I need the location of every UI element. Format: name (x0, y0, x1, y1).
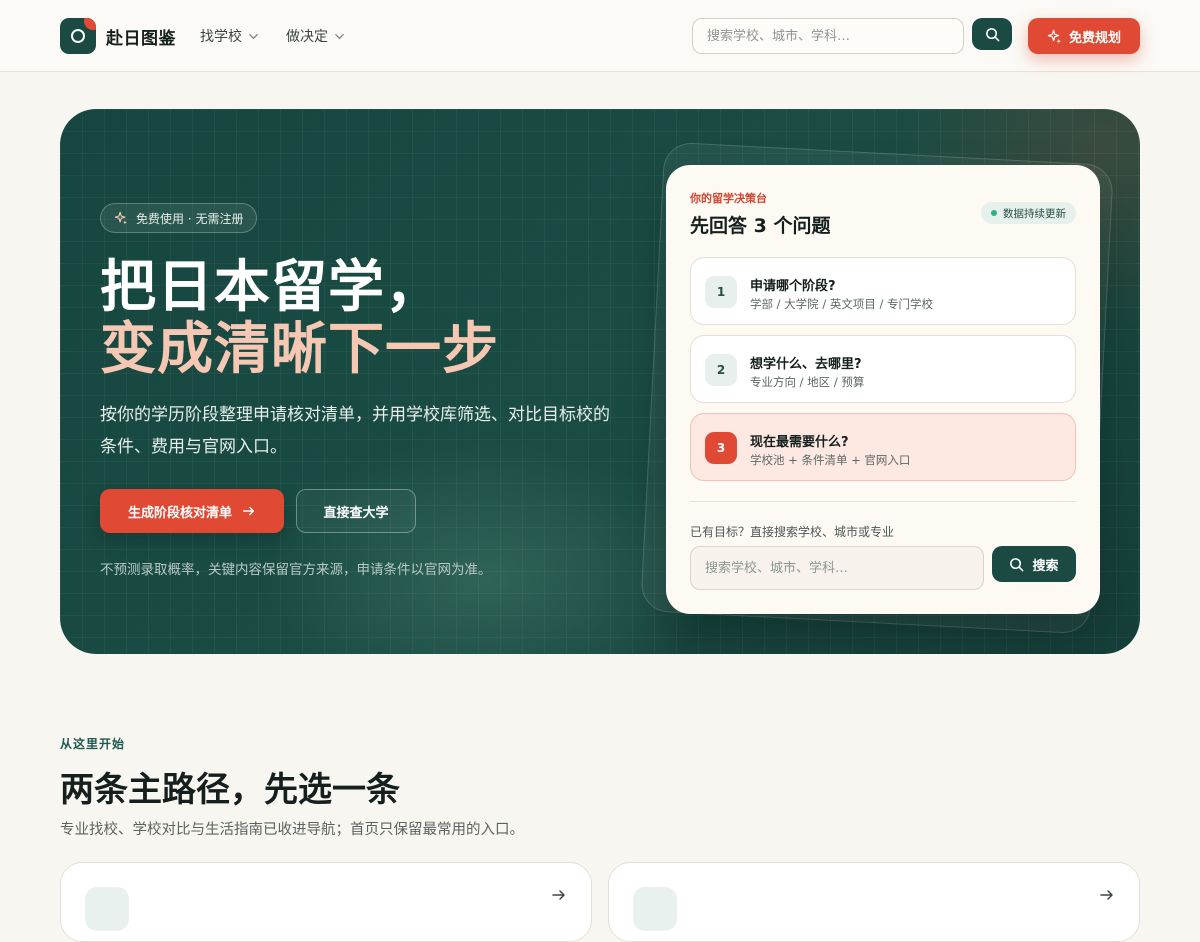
path-card-1[interactable] (60, 862, 592, 942)
arrow-right-icon (1100, 890, 1113, 900)
free-planning-button[interactable]: 免费规划 (1028, 18, 1140, 54)
header-search-input[interactable] (692, 18, 964, 54)
logo-ring (71, 29, 85, 43)
card-search-button[interactable]: 搜索 (992, 546, 1076, 582)
section-subtitle: 专业找校、学校对比与生活指南已收进导航；首页只保留最常用的入口。 (60, 822, 524, 838)
card-search-input[interactable] (690, 546, 984, 590)
generate-checklist-label: 生成阶段核对清单 (127, 505, 232, 521)
nav-decide-label: 做决定 (286, 29, 328, 45)
step-1-stage[interactable]: 1 申请哪个阶段? 学部 / 大学院 / 英文项目 / 专门学校 (690, 257, 1076, 325)
step-number: 2 (705, 354, 737, 386)
step-number: 3 (705, 432, 737, 464)
step-subtitle: 学部 / 大学院 / 英文项目 / 专门学校 (750, 297, 934, 311)
nav-find-school[interactable]: 找学校 (200, 26, 259, 46)
hero-title-line-2: 变成清晰下一步 (100, 317, 499, 382)
path-card-2[interactable] (608, 862, 1140, 942)
sparkle-icon (114, 211, 128, 225)
chevron-down-icon (335, 33, 344, 39)
free-usage-pill: 免费使用 · 无需注册 (100, 203, 258, 233)
step-title: 想学什么、去哪里? (750, 357, 862, 372)
arrow-right-icon (552, 890, 565, 900)
decision-card-kicker: 你的留学决策台 (690, 192, 767, 205)
chevron-down-icon (249, 33, 258, 39)
free-planning-label: 免费规划 (1068, 30, 1121, 46)
step-subtitle: 专业方向 / 地区 / 预算 (750, 375, 865, 389)
nav-decide[interactable]: 做决定 (286, 26, 345, 46)
section-kicker: 从这里开始 (60, 737, 126, 751)
section-title: 两条主路径，先选一条 (60, 770, 400, 810)
nav-find-school-label: 找学校 (200, 29, 242, 45)
top-navigation-bar: 赴日图鉴 找学校 做决定 免费规划 (0, 0, 1200, 72)
brand-name[interactable]: 赴日图鉴 (106, 24, 176, 49)
step-number: 1 (705, 276, 737, 308)
hero-description: 按你的学历阶段整理申请核对清单，并用学校库筛选、对比目标校的条件、费用与官网入口… (100, 405, 610, 457)
path-card-icon (633, 887, 677, 931)
hero-title: 把日本留学， 变成清晰下一步 (100, 257, 499, 381)
path-card-icon (85, 887, 129, 931)
search-hint: 已有目标？直接搜索学校、城市或专业 (690, 525, 895, 539)
arrow-right-icon (243, 506, 255, 516)
step-title: 申请哪个阶段? (750, 279, 836, 294)
logo-icon[interactable] (60, 18, 96, 54)
step-3-needs[interactable]: 3 现在最需要什么? 学校池 + 条件清单 + 官网入口 (690, 413, 1076, 481)
step-2-field-location[interactable]: 2 想学什么、去哪里? 专业方向 / 地区 / 预算 (690, 335, 1076, 403)
hero-title-line-1: 把日本留学， (100, 255, 442, 320)
step-subtitle: 学校池 + 条件清单 + 官网入口 (750, 453, 911, 467)
header-search-button[interactable] (972, 18, 1012, 50)
search-icon (1010, 557, 1024, 571)
card-search-label: 搜索 (1032, 558, 1059, 574)
logo-dot (84, 18, 96, 30)
sparkle-icon (1047, 29, 1062, 44)
step-title: 现在最需要什么? (750, 435, 849, 450)
search-university-button[interactable]: 直接查大学 (296, 489, 416, 533)
data-updating-badge: 数据持续更新 (981, 202, 1076, 224)
badge-text: 数据持续更新 (1003, 207, 1066, 220)
live-dot-icon (991, 210, 997, 216)
free-usage-text: 免费使用 · 无需注册 (136, 211, 244, 226)
hero-disclaimer: 不预测录取概率，关键内容保留官方来源，申请条件以官网为准。 (100, 562, 492, 578)
card-divider (690, 501, 1076, 502)
decision-card-title: 先回答 3 个问题 (690, 215, 831, 237)
decision-card: 你的留学决策台 先回答 3 个问题 数据持续更新 1 申请哪个阶段? 学部 / … (666, 165, 1100, 614)
hero-section: 免费使用 · 无需注册 把日本留学， 变成清晰下一步 按你的学历阶段整理申请核对… (60, 109, 1140, 654)
search-icon (985, 27, 999, 41)
generate-checklist-button[interactable]: 生成阶段核对清单 (100, 489, 284, 533)
